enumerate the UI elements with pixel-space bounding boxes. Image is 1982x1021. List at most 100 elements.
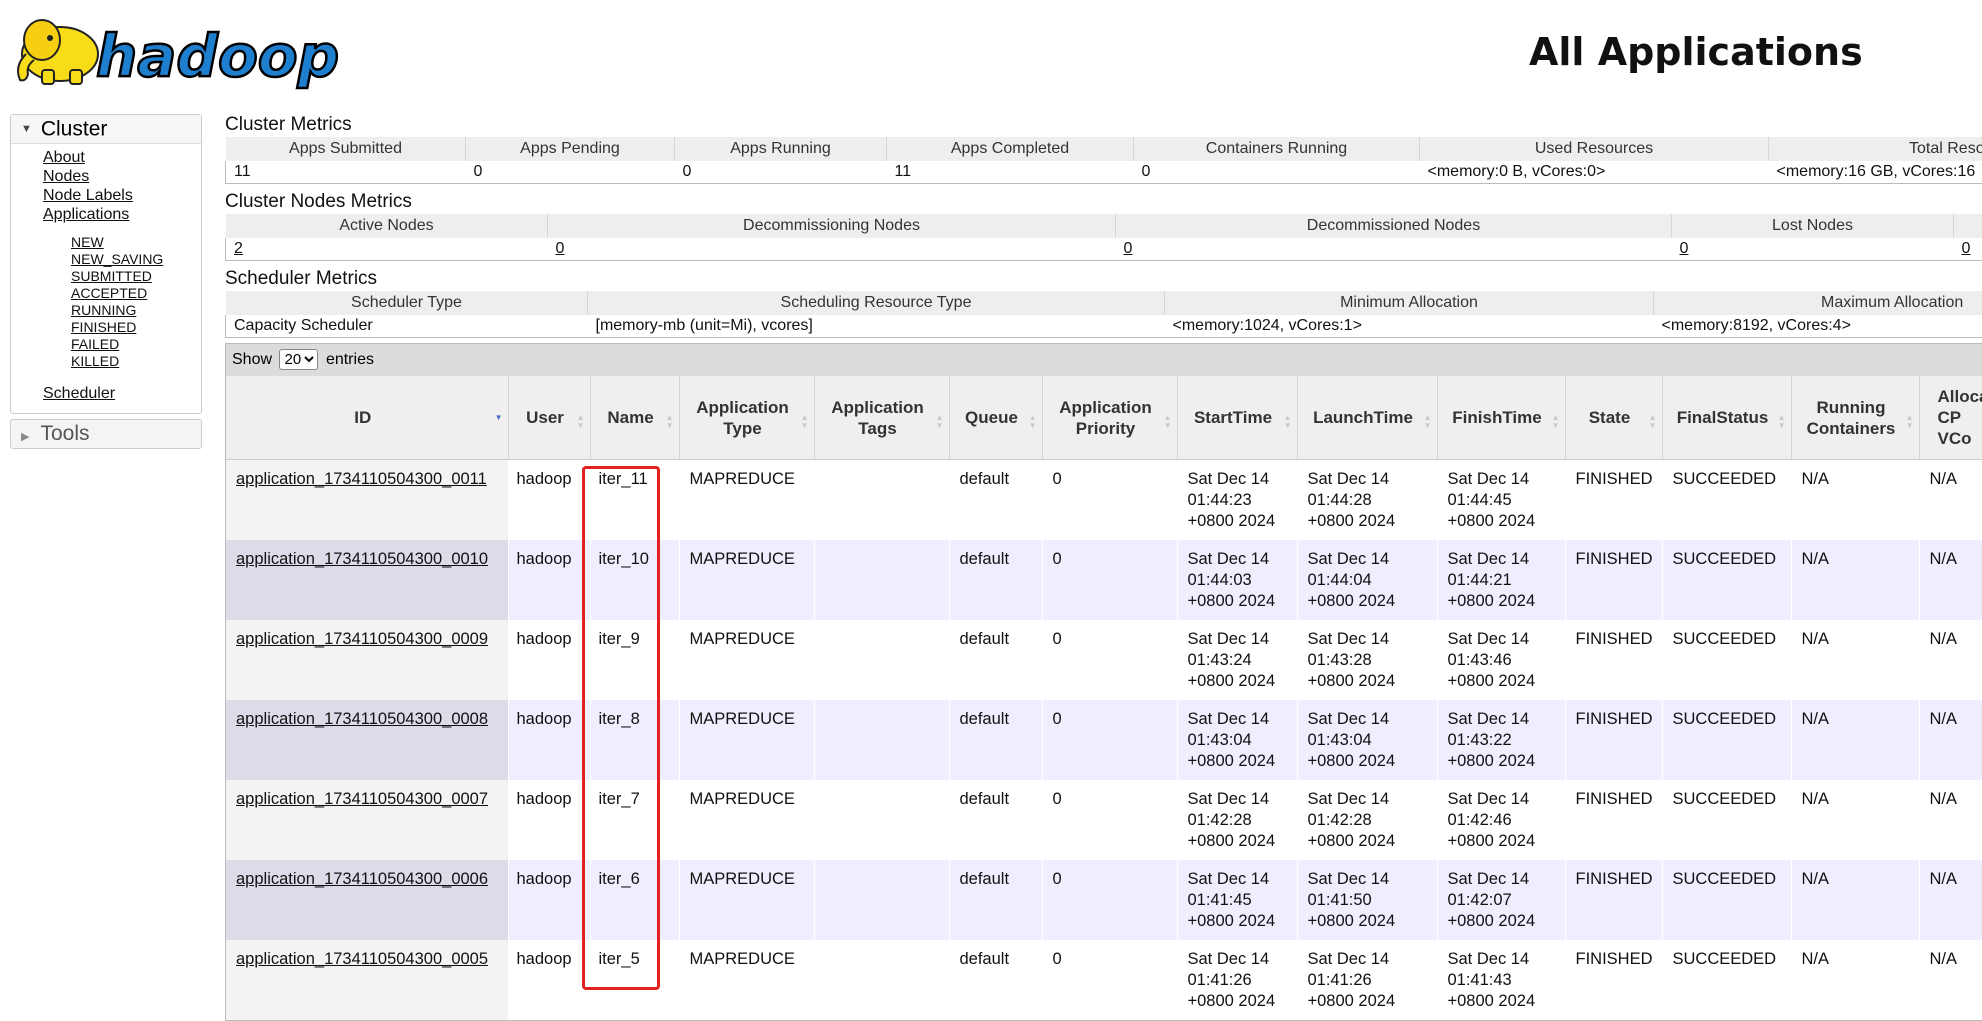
cell-text: N/A (1930, 630, 1958, 648)
nodes-metrics-title: Cluster Nodes Metrics (225, 189, 1982, 214)
column-header-application-tags[interactable]: ApplicationTags▲▼ (814, 376, 949, 460)
column-header-running-containers[interactable]: RunningContainers▲▼ (1791, 376, 1919, 460)
column-header-text: Application (684, 397, 802, 418)
cell-name: iter_7 (590, 780, 679, 860)
nav-link-about[interactable]: About (43, 148, 201, 167)
nav-link-state-killed[interactable]: KILLED (71, 353, 201, 370)
cell-queue: default (949, 780, 1042, 860)
cell-finish-time: Sat Dec 1401:44:45+0800 2024 (1437, 460, 1565, 541)
cell-text: hadoop (517, 790, 572, 808)
tools-nav-header[interactable]: ▶ Tools (10, 419, 202, 449)
column-header-text: Type (684, 418, 802, 439)
metric-header: Apps Completed (887, 137, 1134, 161)
scheduler-metrics-header: Scheduler Type Scheduling Resource Type … (226, 291, 1982, 315)
cell-line: 01:43:24 (1188, 650, 1287, 671)
column-header-launch-time[interactable]: LaunchTime▲▼ (1297, 376, 1437, 460)
decommissioned-nodes-link[interactable]: 0 (1124, 240, 1133, 257)
cluster-metrics-title: Cluster Metrics (225, 112, 1982, 137)
nav-link-applications[interactable]: Applications (43, 205, 201, 224)
application-id-link[interactable]: application_1734110504300_0006 (236, 870, 488, 888)
column-header-name[interactable]: Name▲▼ (590, 376, 679, 460)
cell-user: hadoop (508, 620, 590, 700)
cell-text: iter_7 (599, 790, 640, 808)
cell-text: N/A (1802, 550, 1830, 568)
application-id-link[interactable]: application_1734110504300_0008 (236, 710, 488, 728)
application-id-link[interactable]: application_1734110504300_0011 (236, 470, 487, 488)
cell-start-time: Sat Dec 1401:44:03+0800 2024 (1177, 540, 1297, 620)
nav-link-node-labels[interactable]: Node Labels (43, 186, 201, 205)
cell-running-containers: N/A (1791, 540, 1919, 620)
column-header-allocated-cpu-vcores[interactable]: AllocaCPVCo (1919, 376, 1982, 460)
column-header-text: FinishTime (1442, 407, 1553, 428)
hadoop-logo: hadoop (12, 8, 344, 90)
cell-queue: default (949, 620, 1042, 700)
lost-nodes-link[interactable]: 0 (1680, 240, 1689, 257)
column-header-user[interactable]: User▲▼ (508, 376, 590, 460)
column-header-queue[interactable]: Queue▲▼ (949, 376, 1042, 460)
cell-line: +0800 2024 (1308, 591, 1427, 612)
cell-text: N/A (1930, 470, 1958, 488)
nav-link-state-submitted[interactable]: SUBMITTED (71, 268, 201, 285)
cell-allocated-cpu-vcores: N/A (1919, 620, 1982, 700)
cell-text: 0 (1053, 710, 1062, 728)
cell-text: iter_5 (599, 950, 640, 968)
cell-user: hadoop (508, 700, 590, 780)
cell-text: 0 (1053, 870, 1062, 888)
nav-link-state-accepted[interactable]: ACCEPTED (71, 285, 201, 302)
cell-state: FINISHED (1565, 700, 1662, 780)
active-nodes-link[interactable]: 2 (234, 240, 243, 257)
application-id-link[interactable]: application_1734110504300_0009 (236, 630, 488, 648)
cluster-metrics-header: Apps Submitted Apps Pending Apps Running… (226, 137, 1982, 161)
expanded-triangle-icon: ▼ (21, 115, 35, 143)
application-id-link[interactable]: application_1734110504300_0005 (236, 950, 488, 968)
nav-link-nodes[interactable]: Nodes (43, 167, 201, 186)
cell-line: 01:44:03 (1188, 570, 1287, 591)
cell-queue: default (949, 940, 1042, 1020)
cell-application-type: MAPREDUCE (679, 700, 814, 780)
metric-header: Used Resources (1420, 137, 1769, 161)
column-header-application-type[interactable]: ApplicationType▲▼ (679, 376, 814, 460)
column-header-final-status[interactable]: FinalStatus▲▼ (1662, 376, 1791, 460)
cell-text: default (960, 630, 1010, 648)
column-header-start-time[interactable]: StartTime▲▼ (1177, 376, 1297, 460)
cluster-nav-header[interactable]: ▼ Cluster (11, 115, 201, 144)
metric-header: Apps Submitted (226, 137, 466, 161)
cell-application-priority: 0 (1042, 460, 1177, 541)
nav-link-state-finished[interactable]: FINISHED (71, 319, 201, 336)
decommissioning-nodes-link[interactable]: 0 (556, 240, 565, 257)
metric-header: Active Nodes (226, 214, 548, 238)
application-id-link[interactable]: application_1734110504300_0007 (236, 790, 488, 808)
page-size-select[interactable]: 20 (279, 349, 318, 370)
application-id-link[interactable]: application_1734110504300_0010 (236, 550, 488, 568)
cell-running-containers: N/A (1791, 780, 1919, 860)
cell-queue: default (949, 860, 1042, 940)
table-row: application_1734110504300_0008hadoopiter… (226, 700, 1982, 780)
metric-value: <memory:16 GB, vCores:16 (1769, 161, 1982, 184)
metric-value: [memory-mb (unit=Mi), vcores] (588, 315, 1165, 338)
column-header-state[interactable]: State▲▼ (1565, 376, 1662, 460)
column-header-text: Application (1047, 397, 1165, 418)
nav-link-state-running[interactable]: RUNNING (71, 302, 201, 319)
column-header-finish-time[interactable]: FinishTime▲▼ (1437, 376, 1565, 460)
unhealthy-nodes-link[interactable]: 0 (1962, 240, 1971, 257)
column-header-text: Running (1796, 397, 1907, 418)
nodes-metrics-table: Active Nodes Decommissioning Nodes Decom… (225, 214, 1982, 261)
cell-text: iter_10 (599, 550, 649, 568)
cluster-nav: ▼ Cluster About Nodes Node Labels Applic… (10, 114, 202, 414)
scheduler-metrics-values: Capacity Scheduler [memory-mb (unit=Mi),… (226, 315, 1982, 338)
nav-link-state-failed[interactable]: FAILED (71, 336, 201, 353)
sort-both-icon: ▲▼ (666, 414, 674, 430)
column-header-id[interactable]: ID▼ (226, 376, 508, 460)
cell-application-type: MAPREDUCE (679, 940, 814, 1020)
nav-link-state-new[interactable]: NEW (71, 234, 201, 251)
nav-link-scheduler[interactable]: Scheduler (43, 384, 201, 403)
metric-value: <memory:8192, vCores:4> (1654, 315, 1982, 338)
cell-text: hadoop (517, 550, 572, 568)
cell-text: hadoop (517, 710, 572, 728)
cell-text: FINISHED (1576, 790, 1653, 808)
metric-header: Decommissioning Nodes (548, 214, 1116, 238)
cell-launch-time: Sat Dec 1401:41:26+0800 2024 (1297, 940, 1437, 1020)
column-header-application-priority[interactable]: ApplicationPriority▲▼ (1042, 376, 1177, 460)
cell-text: hadoop (517, 950, 572, 968)
nav-link-state-new-saving[interactable]: NEW_SAVING (71, 251, 201, 268)
